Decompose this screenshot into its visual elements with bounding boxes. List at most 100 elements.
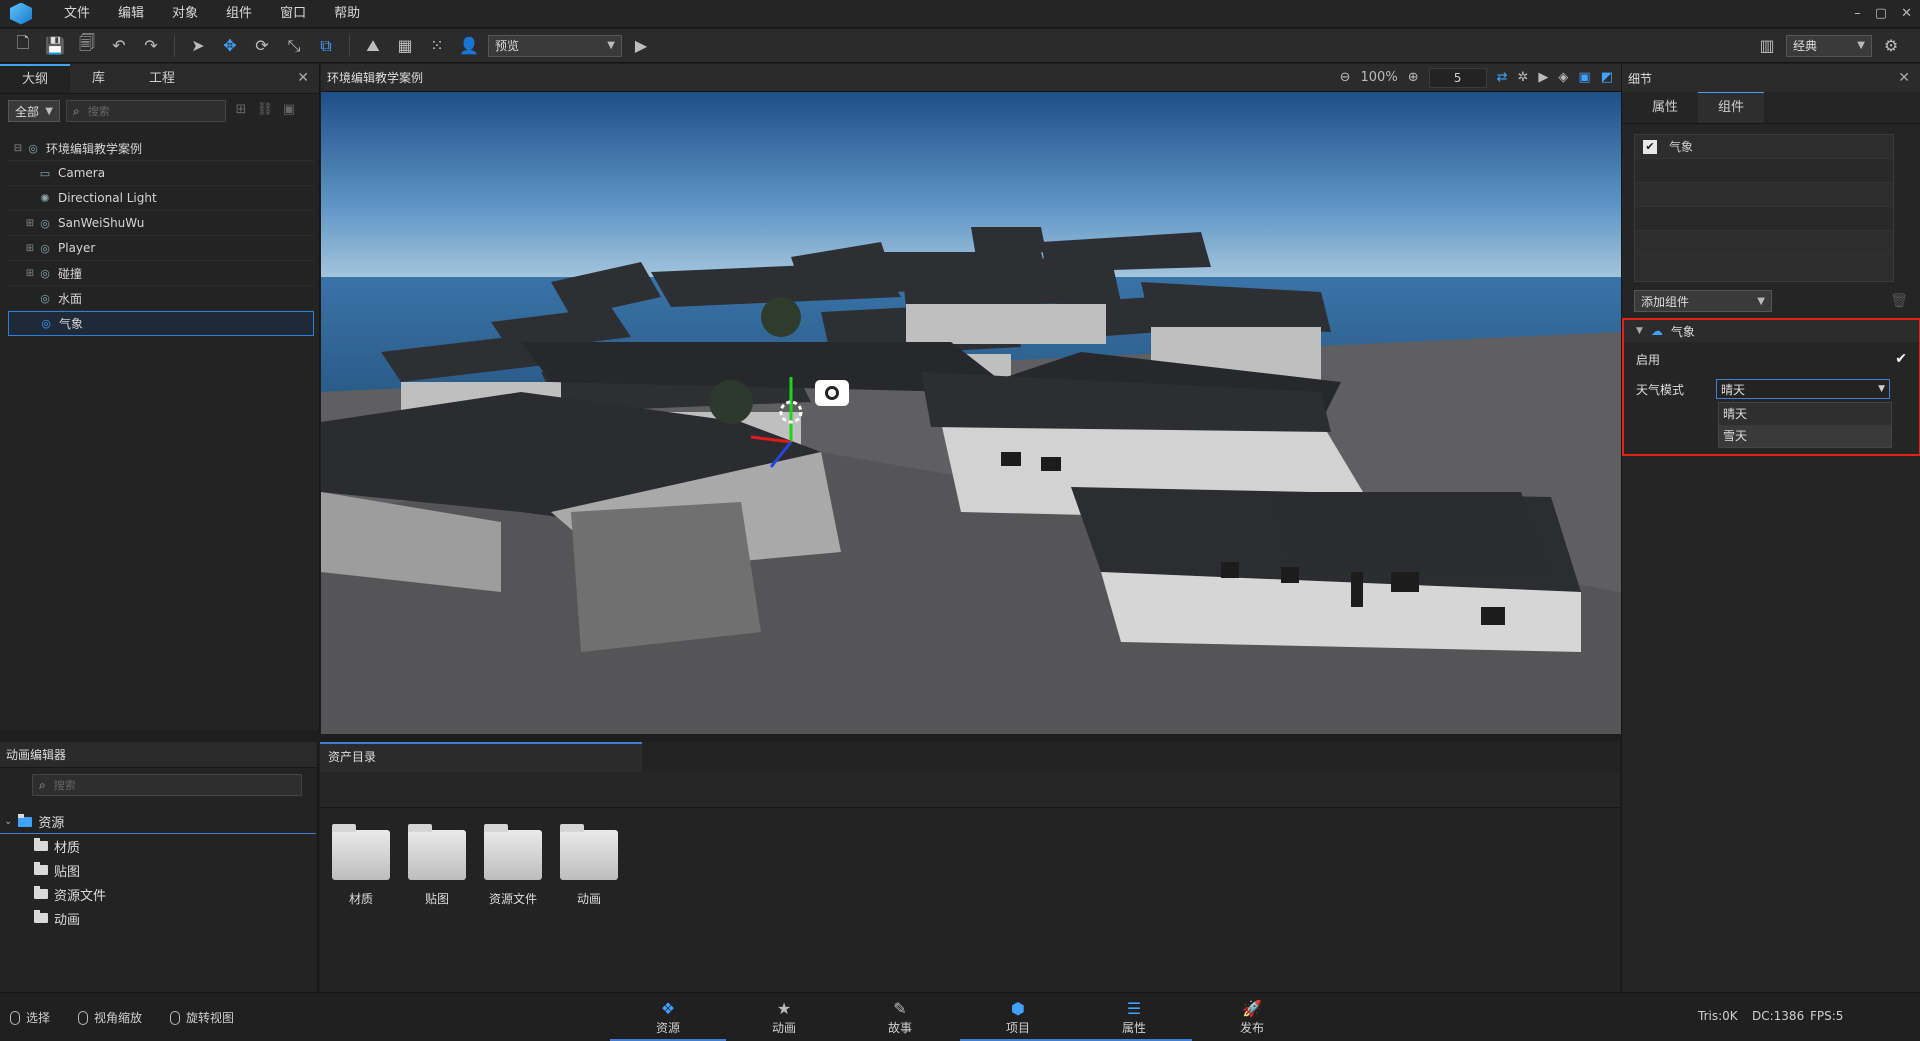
play-icon[interactable]: ▶ [628,33,654,59]
redo-icon[interactable]: ↷ [138,33,164,59]
resource-child-label: 资源文件 [54,888,107,904]
dot-grid-icon[interactable]: ⁙ [424,33,450,59]
tree-item-camera[interactable]: ▭ Camera [8,161,314,186]
folder-materials[interactable]: 材质 [330,824,392,907]
rotate-tool-icon[interactable]: ⟳ [249,33,275,59]
stats-icon[interactable]: ◩ [1601,70,1613,85]
menu-object[interactable]: 对象 [158,0,212,28]
group-icon: ◎ [40,216,50,230]
restore-button[interactable]: ▢ [1875,0,1887,28]
asset-directory-panel: 资产目录 材质 贴图 资源文件 动画 [320,742,1620,992]
terrain-icon[interactable]: ⛰ [360,33,386,59]
animation-search-input[interactable]: ⌕ 搜索 [32,774,302,796]
component-row-empty [1635,183,1893,207]
video-icon[interactable]: ▶ [1538,70,1548,85]
save-icon[interactable]: 💾 [42,33,68,59]
tab-project[interactable]: 工程 [127,64,197,93]
chevron-down-icon: ▼ [1757,295,1765,307]
nav-publish[interactable]: 🚀 发布 [1194,993,1310,1041]
trash-icon[interactable]: 🗑 [1890,293,1908,309]
menu-help[interactable]: 帮助 [320,0,374,28]
scale-tool-icon[interactable]: ⤡ [281,33,307,59]
tree-item-label: 气象 [59,317,84,331]
tree-item-sanweishuwu[interactable]: ⊞ ◎ SanWeiShuWu [8,211,314,236]
collapse-triangle-icon[interactable]: ▼ [1636,326,1643,336]
tab-library[interactable]: 库 [70,64,127,93]
collapse-icon[interactable]: ⊟ [12,143,24,154]
delete-node-icon[interactable]: ▣ [280,102,298,120]
component-row-weather[interactable]: ✔ 气象 [1635,135,1893,159]
checkbox-icon[interactable]: ✔ [1643,139,1657,154]
nav-properties[interactable]: ☰ 属性 [1076,993,1192,1041]
tree-item-player[interactable]: ⊞ ◎ Player [8,236,314,261]
nav-project[interactable]: ⬢ 项目 [960,993,1076,1041]
snap-tool-icon[interactable]: ⧉ [313,33,339,59]
menu-component[interactable]: 组件 [212,0,266,28]
detail-panel: 细节 ✕ 属性 组件 ✔ 气象 添加组件 ▼ 🗑 ▼ ☁ 气象 启用 ✔ 天气模… [1621,64,1920,992]
add-node-icon[interactable]: ⊞ [232,102,250,120]
settings-icon[interactable]: ⚙ [1878,33,1904,59]
tree-item-resource-files[interactable]: 资源文件 [0,882,316,906]
preview-dropdown[interactable]: 预览 ▼ [488,34,622,57]
sync-icon[interactable]: ⇄ [1497,70,1508,85]
folder-textures[interactable]: 贴图 [406,824,468,907]
tree-item-water[interactable]: ◎ 水面 [8,286,314,311]
scene-viewport[interactable] [321,92,1621,734]
expand-icon[interactable]: ⊞ [24,268,36,279]
folder-resource-files[interactable]: 资源文件 [482,824,544,907]
expand-icon[interactable]: ⊞ [24,243,36,254]
menu-file[interactable]: 文件 [50,0,104,28]
tree-item-collision[interactable]: ⊞ ◎ 碰撞 [8,261,314,286]
zoom-in-icon[interactable]: ⊕ [1408,70,1419,85]
hint-zoom: 视角缩放 [78,1009,142,1026]
new-file-icon[interactable]: 🗋 [10,33,36,59]
expand-icon[interactable]: ⊞ [24,218,36,229]
option-sunny[interactable]: 晴天 [1719,403,1891,425]
nav-animation[interactable]: ★ 动画 [726,993,842,1041]
player-icon[interactable]: 👤 [456,33,482,59]
menu-edit[interactable]: 编辑 [104,0,158,28]
layout-icon[interactable]: ▥ [1754,33,1780,59]
menu-window[interactable]: 窗口 [266,0,320,28]
tree-item-directional-light[interactable]: ✺ Directional Light [8,186,314,211]
close-icon[interactable]: ✕ [297,70,309,86]
tree-item-textures[interactable]: 贴图 [0,858,316,882]
close-button[interactable]: ✕ [1901,0,1912,28]
minimize-button[interactable]: – [1854,0,1861,28]
camera-speed-field[interactable]: 5 [1428,67,1487,88]
zoom-out-icon[interactable]: ⊖ [1340,70,1351,85]
save-all-icon[interactable]: 🗐 [74,33,100,59]
add-component-dropdown[interactable]: 添加组件 ▼ [1634,290,1772,312]
option-snowy[interactable]: 雪天 [1719,425,1891,447]
grid-icon[interactable]: ▦ [392,33,418,59]
undo-icon[interactable]: ↶ [106,33,132,59]
move-tool-icon[interactable]: ✥ [217,33,243,59]
layout-dropdown[interactable]: 经典 ▼ [1786,34,1872,57]
close-icon[interactable]: ✕ [1898,70,1910,86]
tree-item-root[interactable]: ⊟ ◎ 环境编辑教学案例 [8,136,314,161]
tree-item-weather[interactable]: ◎ 气象 [8,311,314,336]
tree-item-animations[interactable]: 动画 [0,906,316,930]
folder-animations[interactable]: 动画 [558,824,620,907]
tree-item-materials[interactable]: 材质 [0,834,316,858]
weather-mode-select[interactable]: 晴天 ▼ [1716,379,1890,399]
bug-icon[interactable]: ✲ [1518,70,1529,85]
cube-icon[interactable]: ◈ [1558,70,1568,85]
tree-item-label: Camera [58,166,106,180]
outline-search-input[interactable]: ⌕ 搜索 [66,100,226,122]
select-tool-icon[interactable]: ➤ [185,33,211,59]
tab-properties[interactable]: 属性 [1632,93,1698,123]
nav-resources[interactable]: ❖ 资源 [610,993,726,1041]
tree-item-resources[interactable]: ⌄ 资源 [0,810,316,834]
weather-section-header[interactable]: ▼ ☁ 气象 [1624,320,1919,342]
perspective-icon[interactable]: ▣ [1578,70,1590,85]
tab-components[interactable]: 组件 [1698,91,1765,123]
nav-story[interactable]: ✎ 故事 [842,993,958,1041]
tab-asset-directory[interactable]: 资产目录 [320,742,642,772]
chevron-down-icon[interactable]: ⌄ [4,816,12,827]
tab-outline[interactable]: 大纲 [0,64,71,93]
link-icon[interactable]: ⛓ [256,102,274,120]
enable-checkbox[interactable]: ✔ [1895,351,1907,367]
component-row-empty [1635,231,1893,255]
filter-dropdown[interactable]: 全部 ▼ [8,100,60,122]
